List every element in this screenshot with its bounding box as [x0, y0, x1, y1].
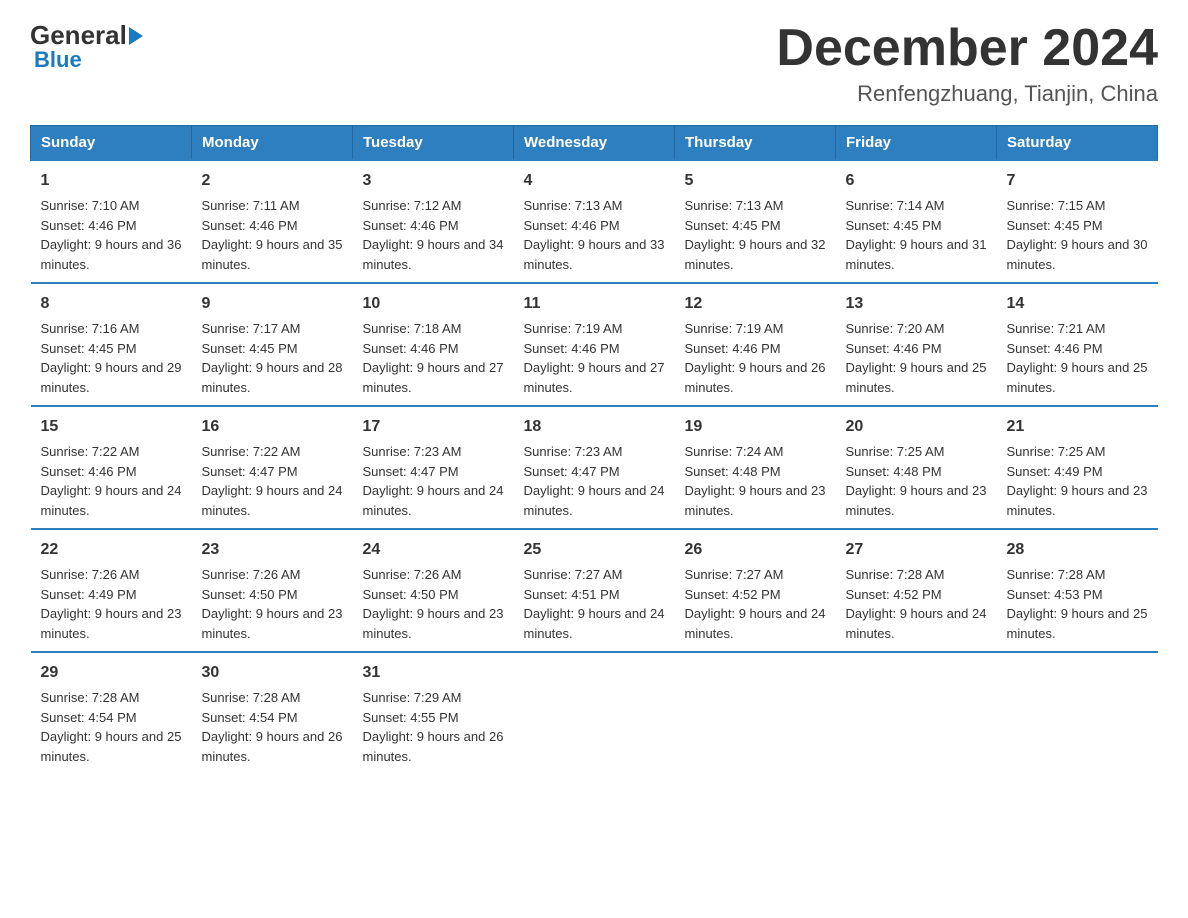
- day-number: 8: [41, 292, 182, 316]
- calendar-cell: 3Sunrise: 7:12 AMSunset: 4:46 PMDaylight…: [353, 160, 514, 283]
- calendar-cell: 17Sunrise: 7:23 AMSunset: 4:47 PMDayligh…: [353, 406, 514, 529]
- weekday-header-saturday: Saturday: [997, 126, 1158, 161]
- weekday-header-row: SundayMondayTuesdayWednesdayThursdayFrid…: [31, 126, 1158, 161]
- day-number: 23: [202, 538, 343, 562]
- day-number: 12: [685, 292, 826, 316]
- calendar-cell: 22Sunrise: 7:26 AMSunset: 4:49 PMDayligh…: [31, 529, 192, 652]
- calendar-cell: 5Sunrise: 7:13 AMSunset: 4:45 PMDaylight…: [675, 160, 836, 283]
- logo: General Blue: [30, 20, 145, 73]
- calendar-cell: 2Sunrise: 7:11 AMSunset: 4:46 PMDaylight…: [192, 160, 353, 283]
- day-number: 4: [524, 169, 665, 193]
- main-title: December 2024: [776, 20, 1158, 77]
- day-number: 26: [685, 538, 826, 562]
- day-number: 31: [363, 661, 504, 685]
- calendar-table: SundayMondayTuesdayWednesdayThursdayFrid…: [30, 125, 1158, 774]
- calendar-cell: 9Sunrise: 7:17 AMSunset: 4:45 PMDaylight…: [192, 283, 353, 406]
- logo-blue: Blue: [34, 47, 82, 73]
- day-number: 11: [524, 292, 665, 316]
- calendar-cell: 27Sunrise: 7:28 AMSunset: 4:52 PMDayligh…: [836, 529, 997, 652]
- day-number: 17: [363, 415, 504, 439]
- weekday-header-tuesday: Tuesday: [353, 126, 514, 161]
- calendar-cell: 13Sunrise: 7:20 AMSunset: 4:46 PMDayligh…: [836, 283, 997, 406]
- calendar-cell: [997, 652, 1158, 774]
- day-number: 13: [846, 292, 987, 316]
- day-number: 5: [685, 169, 826, 193]
- weekday-header-sunday: Sunday: [31, 126, 192, 161]
- page-header: General Blue December 2024 Renfengzhuang…: [30, 20, 1158, 107]
- day-number: 1: [41, 169, 182, 193]
- day-number: 22: [41, 538, 182, 562]
- day-number: 19: [685, 415, 826, 439]
- day-number: 20: [846, 415, 987, 439]
- day-number: 28: [1007, 538, 1148, 562]
- calendar-cell: 15Sunrise: 7:22 AMSunset: 4:46 PMDayligh…: [31, 406, 192, 529]
- calendar-cell: [836, 652, 997, 774]
- weekday-header-friday: Friday: [836, 126, 997, 161]
- calendar-week-row: 8Sunrise: 7:16 AMSunset: 4:45 PMDaylight…: [31, 283, 1158, 406]
- day-number: 6: [846, 169, 987, 193]
- calendar-cell: 25Sunrise: 7:27 AMSunset: 4:51 PMDayligh…: [514, 529, 675, 652]
- calendar-cell: 1Sunrise: 7:10 AMSunset: 4:46 PMDaylight…: [31, 160, 192, 283]
- calendar-cell: 20Sunrise: 7:25 AMSunset: 4:48 PMDayligh…: [836, 406, 997, 529]
- day-number: 3: [363, 169, 504, 193]
- calendar-cell: 23Sunrise: 7:26 AMSunset: 4:50 PMDayligh…: [192, 529, 353, 652]
- calendar-cell: 18Sunrise: 7:23 AMSunset: 4:47 PMDayligh…: [514, 406, 675, 529]
- subtitle: Renfengzhuang, Tianjin, China: [776, 81, 1158, 107]
- calendar-cell: 14Sunrise: 7:21 AMSunset: 4:46 PMDayligh…: [997, 283, 1158, 406]
- weekday-header-wednesday: Wednesday: [514, 126, 675, 161]
- calendar-cell: 28Sunrise: 7:28 AMSunset: 4:53 PMDayligh…: [997, 529, 1158, 652]
- calendar-cell: 6Sunrise: 7:14 AMSunset: 4:45 PMDaylight…: [836, 160, 997, 283]
- calendar-cell: 4Sunrise: 7:13 AMSunset: 4:46 PMDaylight…: [514, 160, 675, 283]
- day-number: 10: [363, 292, 504, 316]
- calendar-cell: 29Sunrise: 7:28 AMSunset: 4:54 PMDayligh…: [31, 652, 192, 774]
- day-number: 16: [202, 415, 343, 439]
- calendar-cell: 21Sunrise: 7:25 AMSunset: 4:49 PMDayligh…: [997, 406, 1158, 529]
- calendar-week-row: 15Sunrise: 7:22 AMSunset: 4:46 PMDayligh…: [31, 406, 1158, 529]
- calendar-cell: 7Sunrise: 7:15 AMSunset: 4:45 PMDaylight…: [997, 160, 1158, 283]
- calendar-week-row: 1Sunrise: 7:10 AMSunset: 4:46 PMDaylight…: [31, 160, 1158, 283]
- calendar-cell: [514, 652, 675, 774]
- day-number: 25: [524, 538, 665, 562]
- day-number: 29: [41, 661, 182, 685]
- day-number: 27: [846, 538, 987, 562]
- calendar-cell: 24Sunrise: 7:26 AMSunset: 4:50 PMDayligh…: [353, 529, 514, 652]
- calendar-cell: 19Sunrise: 7:24 AMSunset: 4:48 PMDayligh…: [675, 406, 836, 529]
- day-number: 9: [202, 292, 343, 316]
- day-number: 30: [202, 661, 343, 685]
- calendar-cell: 30Sunrise: 7:28 AMSunset: 4:54 PMDayligh…: [192, 652, 353, 774]
- calendar-cell: 8Sunrise: 7:16 AMSunset: 4:45 PMDaylight…: [31, 283, 192, 406]
- calendar-cell: 10Sunrise: 7:18 AMSunset: 4:46 PMDayligh…: [353, 283, 514, 406]
- calendar-week-row: 29Sunrise: 7:28 AMSunset: 4:54 PMDayligh…: [31, 652, 1158, 774]
- calendar-cell: 26Sunrise: 7:27 AMSunset: 4:52 PMDayligh…: [675, 529, 836, 652]
- day-number: 7: [1007, 169, 1148, 193]
- calendar-cell: [675, 652, 836, 774]
- day-number: 15: [41, 415, 182, 439]
- day-number: 2: [202, 169, 343, 193]
- day-number: 24: [363, 538, 504, 562]
- logo-triangle-icon: [129, 27, 143, 45]
- calendar-cell: 16Sunrise: 7:22 AMSunset: 4:47 PMDayligh…: [192, 406, 353, 529]
- calendar-cell: 31Sunrise: 7:29 AMSunset: 4:55 PMDayligh…: [353, 652, 514, 774]
- calendar-cell: 12Sunrise: 7:19 AMSunset: 4:46 PMDayligh…: [675, 283, 836, 406]
- day-number: 14: [1007, 292, 1148, 316]
- title-block: December 2024 Renfengzhuang, Tianjin, Ch…: [776, 20, 1158, 107]
- calendar-week-row: 22Sunrise: 7:26 AMSunset: 4:49 PMDayligh…: [31, 529, 1158, 652]
- day-number: 21: [1007, 415, 1148, 439]
- calendar-cell: 11Sunrise: 7:19 AMSunset: 4:46 PMDayligh…: [514, 283, 675, 406]
- weekday-header-monday: Monday: [192, 126, 353, 161]
- weekday-header-thursday: Thursday: [675, 126, 836, 161]
- day-number: 18: [524, 415, 665, 439]
